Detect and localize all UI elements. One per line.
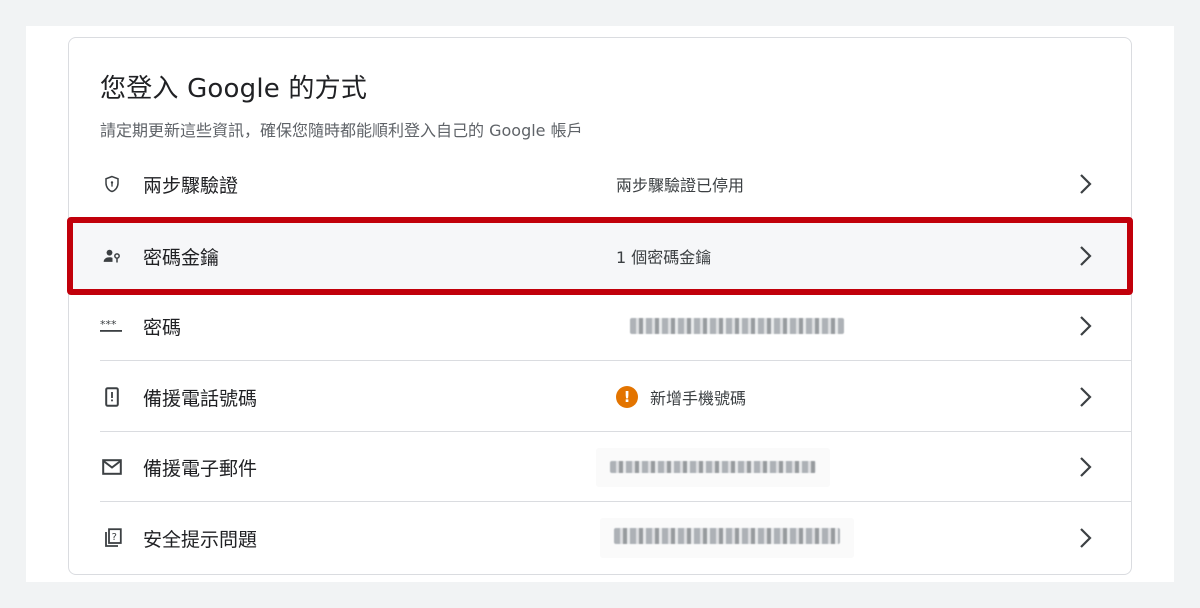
phone-icon (100, 385, 124, 409)
row-label: 密碼金鑰 (143, 246, 220, 269)
row-value: ! 新增手機號碼 (616, 385, 746, 409)
svg-text:?: ? (112, 532, 117, 543)
shield-icon (100, 172, 124, 196)
section-title: 您登入 Google 的方式 (100, 74, 368, 104)
chevron-right-icon (1076, 526, 1094, 550)
row-label: 備援電話號碼 (143, 387, 258, 410)
password-dots-icon: *** (100, 314, 124, 338)
svg-text:***: *** (100, 319, 117, 331)
row-two-step-verification[interactable]: 兩步驟驗證 兩步驟驗證已停用 (100, 149, 1132, 219)
row-recovery-phone[interactable]: 備援電話號碼 ! 新增手機號碼 (100, 362, 1132, 432)
redacted-email-value (596, 447, 830, 487)
passkey-icon (100, 244, 124, 268)
row-passkeys[interactable]: 密碼金鑰 1 個密碼金鑰 (70, 221, 1130, 291)
mail-icon (100, 455, 124, 479)
chevron-right-icon (1076, 172, 1094, 196)
section-subtitle: 請定期更新這些資訊，確保您隨時都能順利登入自己的 Google 帳戶 (100, 121, 583, 140)
redacted-question-value (600, 518, 854, 558)
chevron-right-icon (1076, 455, 1094, 479)
row-value: 1 個密碼金鑰 (616, 248, 712, 267)
redacted-password-value (630, 318, 844, 334)
row-password[interactable]: *** 密碼 (100, 291, 1132, 361)
chevron-right-icon (1076, 314, 1094, 338)
row-security-question[interactable]: ? 安全提示問題 (100, 503, 1132, 573)
chevron-right-icon (1076, 385, 1094, 409)
row-recovery-email[interactable]: 備援電子郵件 (100, 432, 1132, 502)
chevron-right-icon (1076, 244, 1094, 268)
row-label: 備援電子郵件 (143, 457, 258, 480)
row-value: 兩步驟驗證已停用 (616, 176, 745, 195)
warning-icon: ! (616, 386, 638, 408)
row-label: 兩步驟驗證 (143, 174, 239, 197)
row-label: 密碼 (143, 316, 182, 339)
security-question-icon: ? (100, 526, 124, 550)
row-label: 安全提示問題 (143, 528, 258, 551)
add-phone-text: 新增手機號碼 (650, 389, 747, 408)
